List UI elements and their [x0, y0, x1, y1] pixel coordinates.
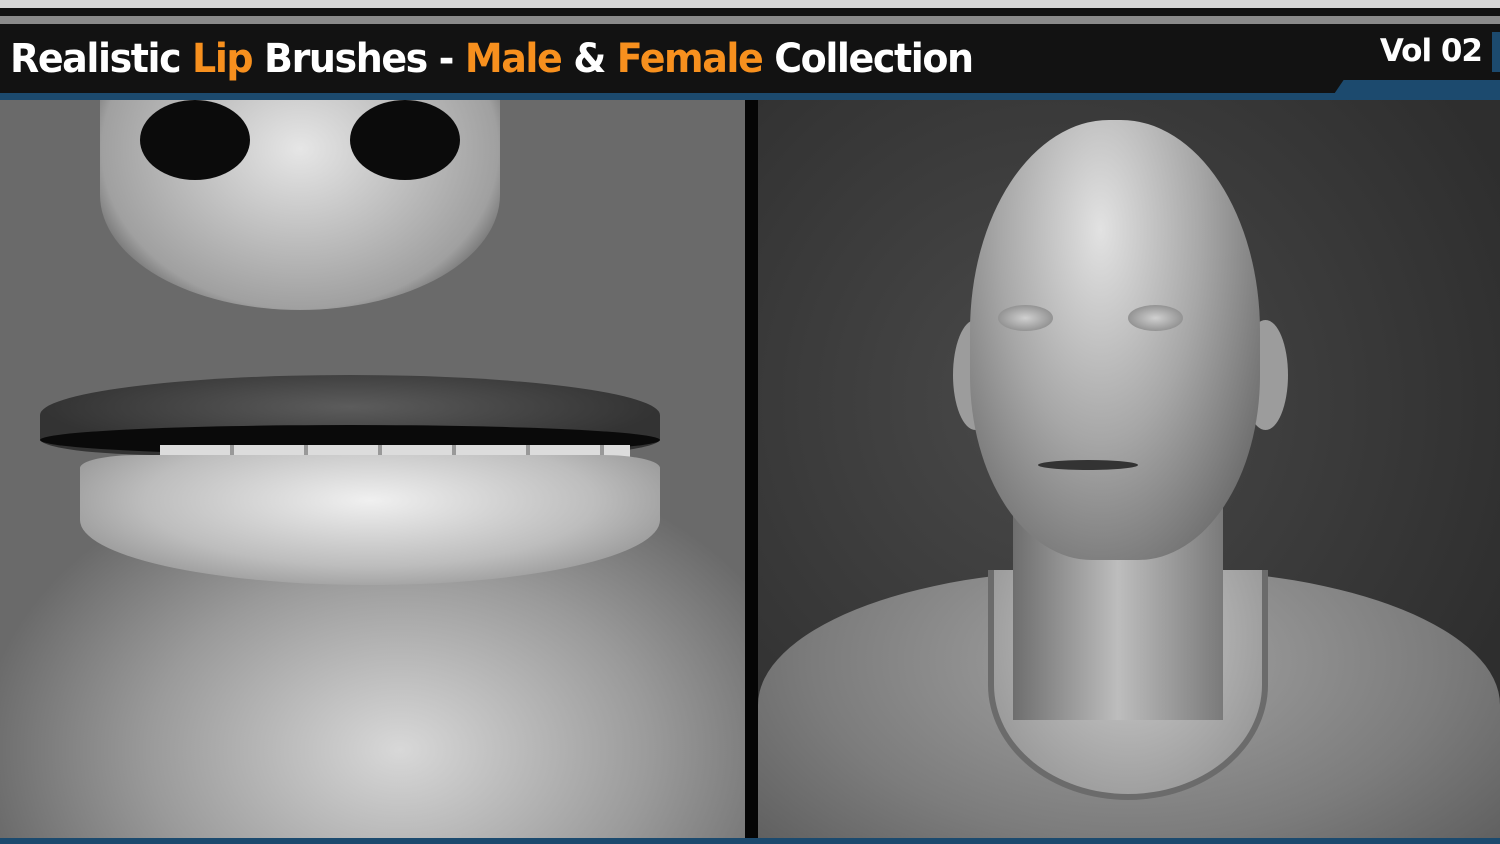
eye-left — [998, 305, 1053, 331]
title-highlight-female: Female — [616, 36, 764, 82]
volume-label: Vol 02 — [1379, 33, 1483, 69]
top-grey-strip — [0, 16, 1500, 24]
lips-closeup-render — [0, 100, 745, 838]
title-part: & — [561, 36, 617, 82]
nose — [100, 100, 500, 310]
nostril-left — [140, 100, 250, 180]
title-part: Collection — [762, 36, 974, 82]
top-dark-strip — [0, 8, 1500, 16]
title-part: Realistic — [10, 36, 193, 82]
mouth — [1038, 460, 1138, 470]
title-highlight-male: Male — [464, 36, 563, 82]
male-bust-render — [758, 100, 1500, 838]
top-strip — [0, 0, 1500, 8]
head — [970, 120, 1260, 560]
title-part: Brushes - — [252, 36, 465, 82]
bottom-bar — [0, 838, 1500, 844]
blue-divider-line — [0, 93, 1500, 100]
title-highlight-lip: Lip — [192, 36, 254, 82]
nostril-right — [350, 100, 460, 180]
banner-title: Realistic Lip Brushes - Male & Female Co… — [10, 36, 974, 82]
panel-divider — [745, 100, 758, 838]
lower-lip — [80, 455, 660, 585]
eye-right — [1128, 305, 1183, 331]
volume-accent-bar — [1492, 32, 1500, 72]
